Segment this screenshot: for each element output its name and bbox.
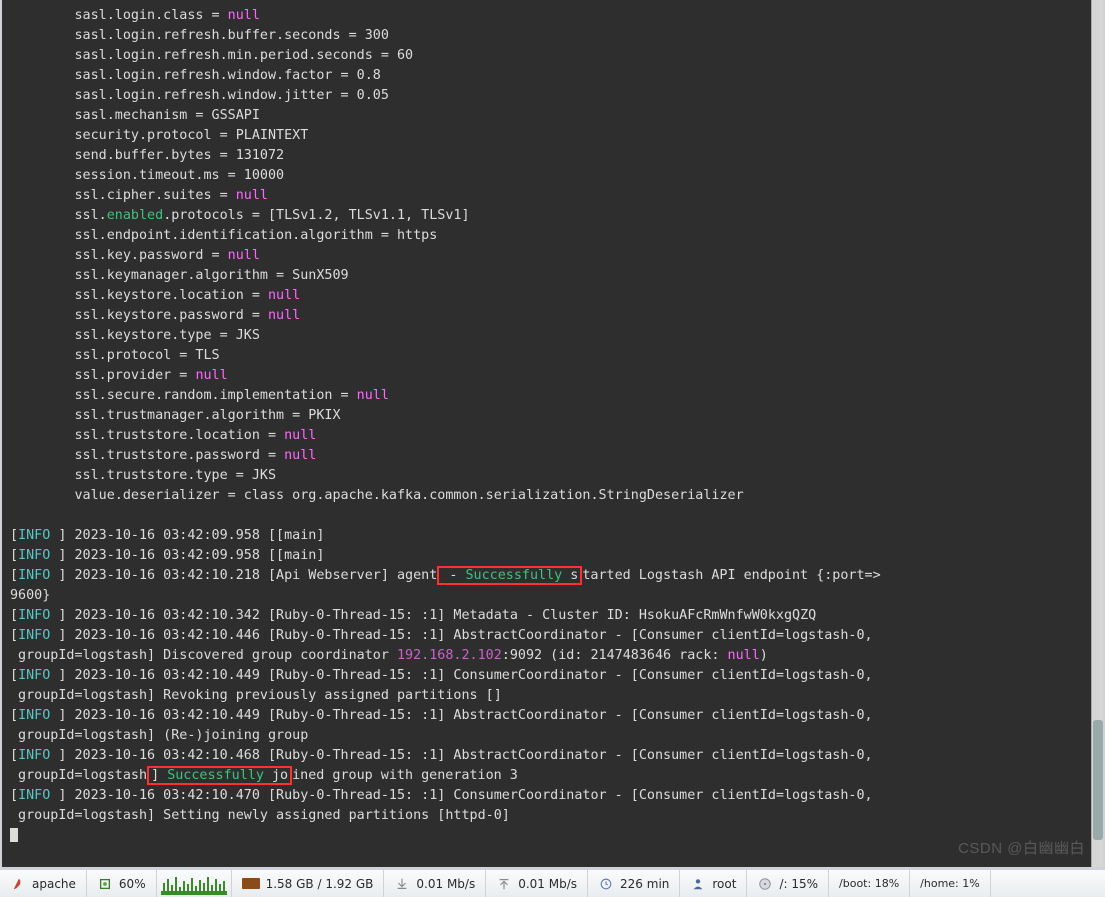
status-uptime[interactable]: 226 min xyxy=(588,870,680,897)
status-net-up-label: 0.01 Mb/s xyxy=(518,874,577,894)
config-line: sasl.mechanism = GSSAPI xyxy=(10,106,1095,126)
config-line: ssl.truststore.type = JKS xyxy=(10,466,1095,486)
status-user-label: root xyxy=(712,874,736,894)
status-user[interactable]: root xyxy=(680,870,747,897)
terminal-output[interactable]: sasl.login.class = null sasl.login.refre… xyxy=(0,0,1105,869)
config-line: value.deserializer = class org.apache.ka… xyxy=(10,486,1095,506)
user-icon xyxy=(690,876,706,892)
config-line: ssl.provider = null xyxy=(10,366,1095,386)
config-line: ssl.endpoint.identification.algorithm = … xyxy=(10,226,1095,246)
status-net-down-label: 0.01 Mb/s xyxy=(416,874,475,894)
config-line: ssl.enabled.protocols = [TLSv1.2, TLSv1.… xyxy=(10,206,1095,226)
status-cpu[interactable]: 60% xyxy=(87,870,157,897)
status-ram[interactable]: 1.58 GB / 1.92 GB xyxy=(232,870,385,897)
config-line: ssl.truststore.location = null xyxy=(10,426,1095,446)
watermark: CSDN @白幽幽白 xyxy=(958,839,1085,859)
log-line: [INFO ] 2023-10-16 03:42:09.958 [[main][… xyxy=(10,546,1095,826)
cpu-icon xyxy=(97,876,113,892)
log-line-wrap: groupId=logstash] Setting newly assigned… xyxy=(10,806,1095,826)
status-uptime-label: 226 min xyxy=(620,874,669,894)
upload-icon xyxy=(496,876,512,892)
status-disk-home[interactable]: /home: 1% xyxy=(910,870,991,897)
log-line: [INFO ] 2023-10-16 03:42:10.468 [Ruby-0-… xyxy=(10,746,1095,766)
log-line: [INFO ] 2023-10-16 03:42:10.342 [Ruby-0-… xyxy=(10,606,1095,626)
config-line: sasl.login.refresh.window.factor = 0.8 xyxy=(10,66,1095,86)
log-line: [INFO ] 2023-10-16 03:42:10.470 [Ruby-0-… xyxy=(10,786,1095,806)
feather-icon xyxy=(10,876,26,892)
status-disk-home-label: /home: 1% xyxy=(920,874,980,894)
status-cpu-label: 60% xyxy=(119,874,146,894)
status-disk-root[interactable]: /: 15% xyxy=(747,870,829,897)
config-line: ssl.keystore.type = JKS xyxy=(10,326,1095,346)
cursor xyxy=(10,828,18,842)
config-line: sasl.login.class = null xyxy=(10,6,1095,26)
log-line: [INFO ] 2023-10-16 03:42:09.958 [[main][… xyxy=(10,526,1095,826)
disk-icon xyxy=(757,876,773,892)
status-net-down[interactable]: 0.01 Mb/s xyxy=(384,870,486,897)
log-line-wrap: groupId=logstash] Revoking previously as… xyxy=(10,686,1095,706)
log-line: [INFO ] 2023-10-16 03:42:10.449 [Ruby-0-… xyxy=(10,666,1095,686)
config-line: sasl.login.refresh.window.jitter = 0.05 xyxy=(10,86,1095,106)
config-line: sasl.login.refresh.min.period.seconds = … xyxy=(10,46,1095,66)
log-line: [INFO ] 2023-10-16 03:42:10.449 [Ruby-0-… xyxy=(10,706,1095,726)
sparkline-icon xyxy=(161,873,227,895)
log-line-wrap: groupId=logstash] Successfully joined gr… xyxy=(10,766,1095,786)
config-line: ssl.cipher.suites = null xyxy=(10,186,1095,206)
status-disk-root-label: /: 15% xyxy=(779,874,818,894)
config-line: session.timeout.ms = 10000 xyxy=(10,166,1095,186)
status-cpu-graph[interactable] xyxy=(157,870,232,897)
download-icon xyxy=(394,876,410,892)
log-line-wrap: 9600} xyxy=(10,586,1095,606)
config-line: ssl.protocol = TLS xyxy=(10,346,1095,366)
config-line: ssl.truststore.password = null xyxy=(10,446,1095,466)
log-line-wrap: groupId=logstash] Discovered group coord… xyxy=(10,646,1095,666)
config-line: ssl.keystore.password = null xyxy=(10,306,1095,326)
config-line: ssl.keymanager.algorithm = SunX509 xyxy=(10,266,1095,286)
config-line: ssl.secure.random.implementation = null xyxy=(10,386,1095,406)
log-line: [INFO ] 2023-10-16 03:42:10.218 [Api Web… xyxy=(10,566,1095,586)
status-app[interactable]: apache xyxy=(0,870,87,897)
scrollbar-thumb[interactable] xyxy=(1093,720,1103,840)
ram-icon xyxy=(242,878,260,889)
status-bar: apache 60% 1.58 GB / 1.92 GB 0.01 Mb/s xyxy=(0,869,1105,897)
status-net-up[interactable]: 0.01 Mb/s xyxy=(486,870,588,897)
log-line-wrap: groupId=logstash] (Re-)joining group xyxy=(10,726,1095,746)
scrollbar[interactable] xyxy=(1091,0,1105,867)
clock-icon xyxy=(598,876,614,892)
config-line: ssl.key.password = null xyxy=(10,246,1095,266)
status-ram-label: 1.58 GB / 1.92 GB xyxy=(266,874,374,894)
log-line: [INFO ] 2023-10-16 03:42:10.446 [Ruby-0-… xyxy=(10,626,1095,646)
config-line: send.buffer.bytes = 131072 xyxy=(10,146,1095,166)
blank-line xyxy=(10,506,1095,526)
config-line: ssl.trustmanager.algorithm = PKIX xyxy=(10,406,1095,426)
status-disk-boot[interactable]: /boot: 18% xyxy=(829,870,910,897)
config-line: sasl.login.refresh.buffer.seconds = 300 xyxy=(10,26,1095,46)
config-line: ssl.keystore.location = null xyxy=(10,286,1095,306)
status-app-label: apache xyxy=(32,874,76,894)
config-line: security.protocol = PLAINTEXT xyxy=(10,126,1095,146)
status-disk-boot-label: /boot: 18% xyxy=(839,874,899,894)
